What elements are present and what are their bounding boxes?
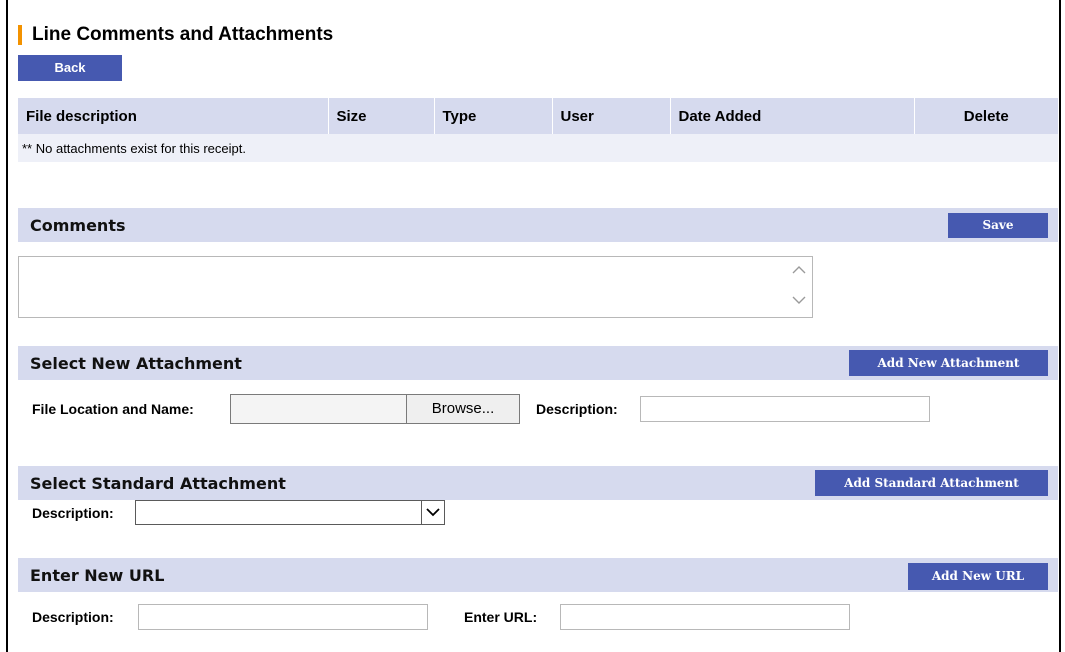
save-comments-button[interactable]: Save <box>948 213 1048 238</box>
enter-url-label: Enter URL: <box>464 609 538 625</box>
add-new-attachment-button[interactable]: Add New Attachment <box>849 350 1048 376</box>
standard-attachment-title: Select Standard Attachment <box>30 474 286 493</box>
file-upload-control[interactable]: Browse... <box>230 394 520 424</box>
new-url-section-header: Enter New URL <box>18 558 1058 592</box>
comments-textarea[interactable] <box>18 256 813 318</box>
column-header-size[interactable]: Size <box>328 98 435 134</box>
new-attachment-description-label: Description: <box>536 401 618 417</box>
table-row: ** No attachments exist for this receipt… <box>18 134 1058 162</box>
comments-title: Comments <box>30 216 126 235</box>
table-header-row: File description Size Type User Date Add… <box>18 98 1058 134</box>
back-button[interactable]: Back <box>18 55 122 81</box>
column-header-date-added[interactable]: Date Added <box>670 98 915 134</box>
page-title: Line Comments and Attachments <box>32 24 334 45</box>
standard-attachment-description-label: Description: <box>32 505 114 521</box>
attachments-table: File description Size Type User Date Add… <box>18 98 1058 162</box>
column-header-type[interactable]: Type <box>434 98 553 134</box>
column-header-delete[interactable]: Delete <box>914 98 1058 134</box>
column-header-file-description[interactable]: File description <box>18 98 329 134</box>
add-standard-attachment-button[interactable]: Add Standard Attachment <box>815 470 1048 496</box>
file-location-label: File Location and Name: <box>32 401 194 417</box>
standard-attachment-select[interactable] <box>135 500 445 525</box>
enter-url-input[interactable] <box>560 604 850 630</box>
chevron-up-icon[interactable] <box>792 265 806 275</box>
add-new-url-button[interactable]: Add New URL <box>908 563 1048 590</box>
browse-button[interactable]: Browse... <box>407 395 519 423</box>
url-description-input[interactable] <box>138 604 428 630</box>
url-description-label: Description: <box>32 609 114 625</box>
new-attachment-title: Select New Attachment <box>30 354 242 373</box>
new-url-title: Enter New URL <box>30 566 165 585</box>
empty-table-message: ** No attachments exist for this receipt… <box>18 134 1058 162</box>
title-accent-bar <box>18 25 22 45</box>
comments-section-header: Comments <box>18 208 1058 242</box>
file-path-field[interactable] <box>231 395 407 423</box>
chevron-down-icon[interactable] <box>792 295 806 305</box>
column-header-user[interactable]: User <box>552 98 671 134</box>
chevron-down-icon[interactable] <box>421 501 444 524</box>
new-attachment-description-input[interactable] <box>640 396 930 422</box>
